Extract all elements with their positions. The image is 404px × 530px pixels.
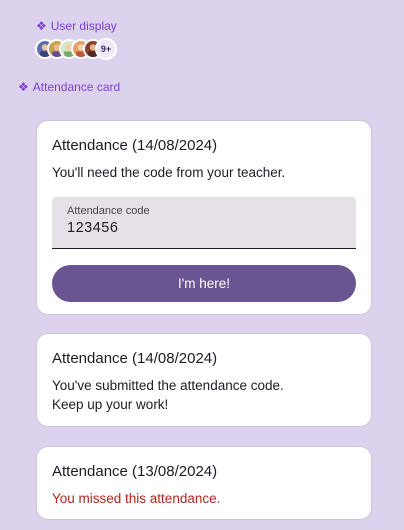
attendance-code-field[interactable]: Attendance code 123456	[52, 197, 356, 249]
card-message: You'll need the code from your teacher.	[52, 165, 286, 180]
card-message-line: You've submitted the attendance code.	[52, 378, 284, 393]
attendance-card-label-text: Attendance card	[32, 80, 121, 94]
card-title: Attendance (13/08/2024)	[52, 463, 218, 480]
component-diamond-icon: ❖	[36, 19, 47, 33]
attendance-code-label: Attendance code	[67, 205, 150, 217]
component-diamond-icon: ❖	[18, 80, 29, 94]
missed-message: You missed this attendance.	[52, 491, 221, 506]
user-display-label-text: User display	[50, 19, 117, 33]
card-title: Attendance (14/08/2024)	[52, 350, 218, 367]
user-display-section-label: ❖ User display	[36, 19, 117, 33]
attendance-card-section-label: ❖ Attendance card	[18, 80, 120, 94]
more-users-badge[interactable]: 9+	[95, 38, 117, 60]
avatar-group[interactable]: 9+	[35, 38, 117, 60]
attendance-card-pending: Attendance (14/08/2024) You'll need the …	[36, 120, 372, 315]
im-here-button[interactable]: I'm here!	[52, 265, 356, 302]
card-message-line: Keep up your work!	[52, 397, 169, 412]
attendance-card-missed: Attendance (13/08/2024) You missed this …	[36, 446, 372, 520]
attendance-code-input[interactable]: 123456	[67, 220, 341, 236]
card-message: You've submitted the attendance code. Ke…	[52, 376, 356, 414]
card-title: Attendance (14/08/2024)	[52, 137, 218, 154]
attendance-card-submitted: Attendance (14/08/2024) You've submitted…	[36, 333, 372, 427]
